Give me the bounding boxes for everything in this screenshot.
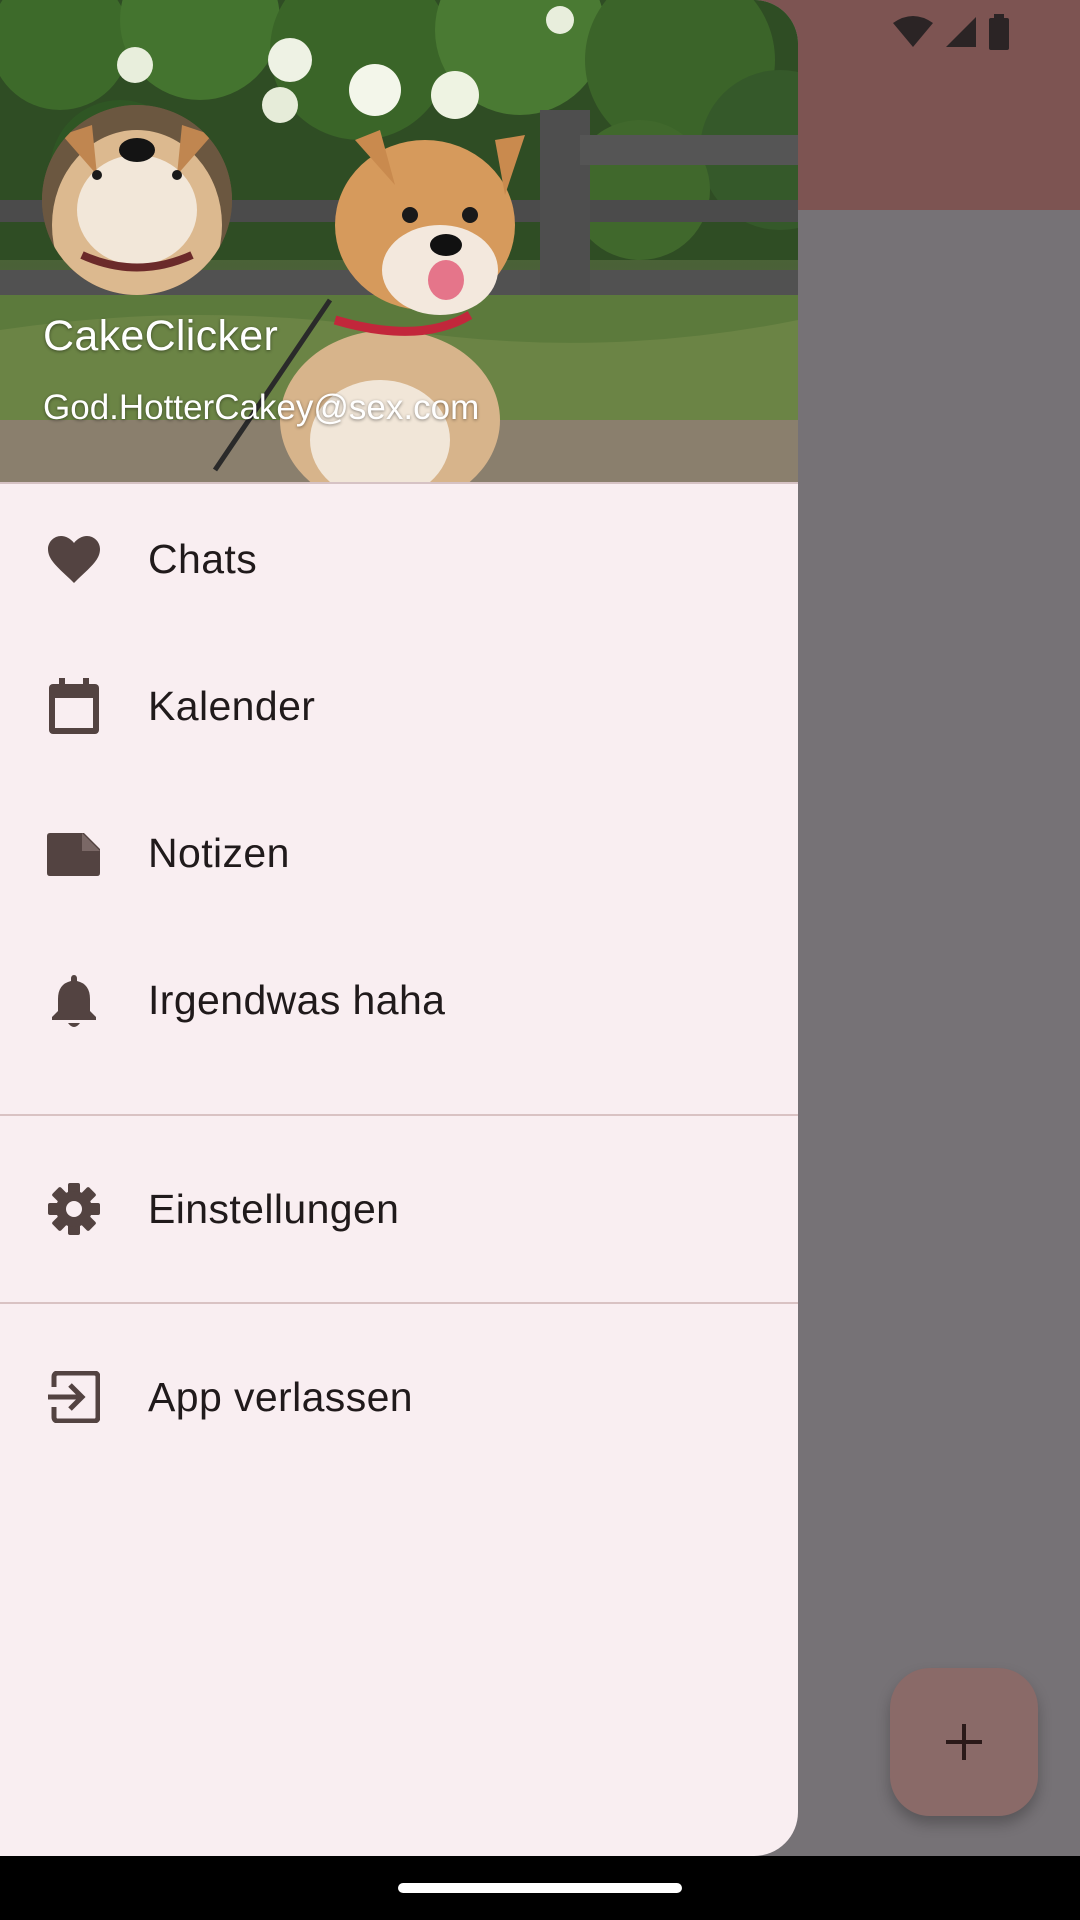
gear-icon bbox=[44, 1179, 104, 1239]
exit-icon bbox=[44, 1367, 104, 1427]
user-email: God.HotterCakey@sex.com bbox=[43, 388, 480, 427]
user-name: CakeClicker bbox=[43, 312, 279, 360]
drawer-item-kalender[interactable]: Kalender bbox=[0, 633, 798, 780]
drawer-settings-section: Einstellungen bbox=[0, 1116, 798, 1302]
drawer-item-einstellungen[interactable]: Einstellungen bbox=[0, 1136, 798, 1283]
home-gesture-handle[interactable] bbox=[398, 1883, 682, 1893]
drawer-header: CakeClicker God.HotterCakey@sex.com bbox=[0, 0, 798, 484]
heart-icon bbox=[44, 530, 104, 590]
plus-icon bbox=[946, 1724, 982, 1760]
drawer-primary-section: Chats Kalender Notizen Irgendwas haha bbox=[0, 486, 798, 1114]
drawer-exit-section: App verlassen bbox=[0, 1304, 798, 1490]
calendar-icon bbox=[44, 677, 104, 737]
wifi-icon bbox=[893, 16, 933, 47]
battery-icon bbox=[989, 14, 1009, 50]
drawer-item-label: App verlassen bbox=[148, 1373, 414, 1420]
navigation-drawer: CakeClicker God.HotterCakey@sex.com Chat… bbox=[0, 0, 798, 1856]
note-icon bbox=[44, 824, 104, 884]
drawer-item-chats[interactable]: Chats bbox=[0, 486, 798, 633]
avatar[interactable] bbox=[42, 105, 232, 295]
avatar-photo bbox=[42, 105, 232, 295]
drawer-item-irgendwas[interactable]: Irgendwas haha bbox=[0, 927, 798, 1074]
drawer-item-label: Irgendwas haha bbox=[148, 977, 446, 1023]
signal-icon bbox=[946, 17, 976, 47]
drawer-item-label: Kalender bbox=[148, 683, 316, 729]
drawer-item-notizen[interactable]: Notizen bbox=[0, 780, 798, 927]
drawer-menu: Chats Kalender Notizen Irgendwas haha Ei… bbox=[0, 486, 798, 1490]
add-fab-button[interactable] bbox=[890, 1668, 1038, 1816]
bell-icon bbox=[44, 971, 104, 1031]
drawer-item-label: Einstellungen bbox=[148, 1185, 400, 1232]
drawer-item-app-verlassen[interactable]: App verlassen bbox=[0, 1324, 798, 1471]
status-bar-icons bbox=[892, 12, 1010, 52]
drawer-item-label: Chats bbox=[148, 536, 258, 582]
drawer-item-label: Notizen bbox=[148, 830, 290, 876]
